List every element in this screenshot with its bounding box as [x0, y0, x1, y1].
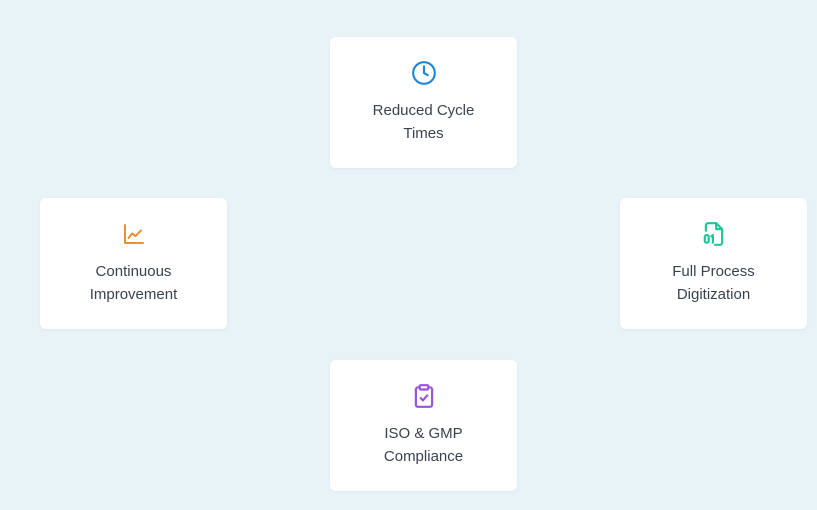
binary-file-icon — [700, 220, 728, 248]
line-chart-icon — [120, 220, 148, 248]
card-label: Full Process Digitization — [672, 263, 755, 303]
card-label: Continuous Improvement — [89, 263, 178, 303]
card-continuous-improvement[interactable]: Continuous Improvement — [40, 198, 227, 329]
card-label: Reduced Cycle Times — [372, 102, 475, 142]
card-reduced-cycle-times[interactable]: Reduced Cycle Times — [330, 37, 517, 168]
card-label: ISO & GMP Compliance — [383, 425, 464, 465]
clock-icon — [410, 59, 438, 87]
card-iso-gmp-compliance[interactable]: ISO & GMP Compliance — [330, 360, 517, 491]
clipboard-check-icon — [410, 382, 438, 410]
card-full-process-digitization[interactable]: Full Process Digitization — [620, 198, 807, 329]
